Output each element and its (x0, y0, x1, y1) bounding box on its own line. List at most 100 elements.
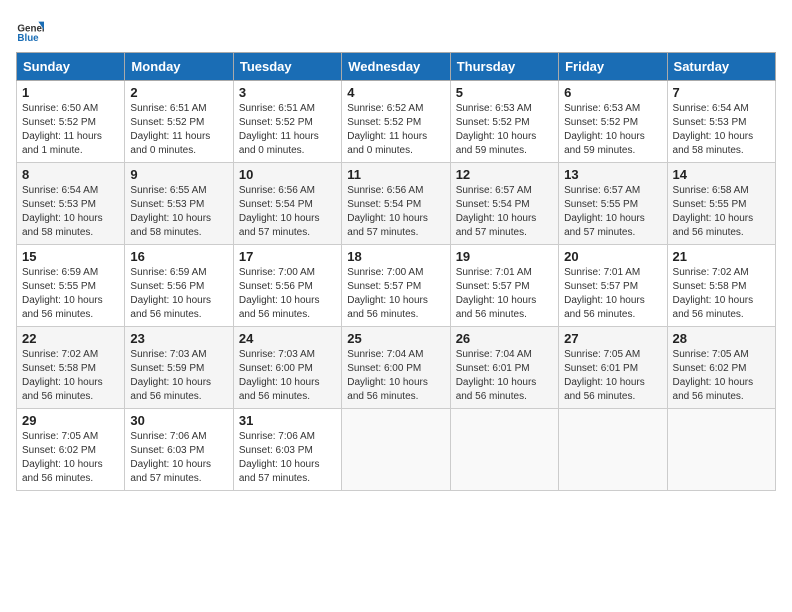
calendar-cell: 11Sunrise: 6:56 AMSunset: 5:54 PMDayligh… (342, 163, 450, 245)
day-info: Sunrise: 6:50 AMSunset: 5:52 PMDaylight:… (22, 102, 119, 158)
day-info: Sunrise: 6:57 AMSunset: 5:55 PMDaylight:… (564, 184, 661, 240)
calendar-cell: 30 Sunrise: 7:06 AMSunset: 6:03 PMDayligh… (125, 409, 233, 491)
calendar-cell: 28 Sunrise: 7:05 AMSunset: 6:02 PMDayligh… (667, 327, 775, 409)
day-info: Sunrise: 7:04 AMSunset: 6:00 PMDaylight:… (347, 348, 444, 404)
calendar-cell: 4 Sunrise: 6:52 AMSunset: 5:52 PMDaylight… (342, 81, 450, 163)
day-number: 7 (673, 85, 770, 100)
day-number: 15 (22, 249, 119, 264)
calendar-cell: 9Sunrise: 6:55 AMSunset: 5:53 PMDaylight… (125, 163, 233, 245)
calendar-cell: 15 Sunrise: 6:59 AMSunset: 5:55 PMDayligh… (17, 245, 125, 327)
calendar-cell: 24 Sunrise: 7:03 AMSunset: 6:00 PMDayligh… (233, 327, 341, 409)
day-number: 16 (130, 249, 227, 264)
day-info: Sunrise: 6:51 AMSunset: 5:52 PMDaylight:… (239, 102, 336, 158)
calendar-cell: 20 Sunrise: 7:01 AMSunset: 5:57 PMDayligh… (559, 245, 667, 327)
calendar-cell: 26 Sunrise: 7:04 AMSunset: 6:01 PMDayligh… (450, 327, 558, 409)
day-number: 22 (22, 331, 119, 346)
day-number: 2 (130, 85, 227, 100)
day-info: Sunrise: 7:03 AMSunset: 5:59 PMDaylight:… (130, 348, 227, 404)
day-info: Sunrise: 7:02 AMSunset: 5:58 PMDaylight:… (22, 348, 119, 404)
day-number: 20 (564, 249, 661, 264)
day-info: Sunrise: 7:05 AMSunset: 6:02 PMDaylight:… (673, 348, 770, 404)
weekday-header-wednesday: Wednesday (342, 53, 450, 81)
day-info: Sunrise: 7:05 AMSunset: 6:02 PMDaylight:… (22, 430, 119, 486)
day-number: 6 (564, 85, 661, 100)
calendar-cell: 23 Sunrise: 7:03 AMSunset: 5:59 PMDayligh… (125, 327, 233, 409)
day-number: 27 (564, 331, 661, 346)
day-number: 31 (239, 413, 336, 428)
calendar-cell (559, 409, 667, 491)
calendar-cell: 29 Sunrise: 7:05 AMSunset: 6:02 PMDayligh… (17, 409, 125, 491)
calendar-cell: 1 Sunrise: 6:50 AMSunset: 5:52 PMDaylight… (17, 81, 125, 163)
day-info: Sunrise: 6:57 AMSunset: 5:54 PMDaylight:… (456, 184, 553, 240)
calendar-cell: 18 Sunrise: 7:00 AMSunset: 5:57 PMDayligh… (342, 245, 450, 327)
calendar-table: SundayMondayTuesdayWednesdayThursdayFrid… (16, 52, 776, 491)
calendar-cell: 16 Sunrise: 6:59 AMSunset: 5:56 PMDayligh… (125, 245, 233, 327)
calendar-cell: 2 Sunrise: 6:51 AMSunset: 5:52 PMDaylight… (125, 81, 233, 163)
calendar-cell: 27Sunrise: 7:05 AMSunset: 6:01 PMDayligh… (559, 327, 667, 409)
weekday-header-thursday: Thursday (450, 53, 558, 81)
weekday-header-row: SundayMondayTuesdayWednesdayThursdayFrid… (17, 53, 776, 81)
day-info: Sunrise: 7:03 AMSunset: 6:00 PMDaylight:… (239, 348, 336, 404)
day-info: Sunrise: 6:59 AMSunset: 5:56 PMDaylight:… (130, 266, 227, 322)
calendar-cell: 6 Sunrise: 6:53 AMSunset: 5:52 PMDaylight… (559, 81, 667, 163)
calendar-cell: 8 Sunrise: 6:54 AMSunset: 5:53 PMDaylight… (17, 163, 125, 245)
day-info: Sunrise: 6:54 AMSunset: 5:53 PMDaylight:… (673, 102, 770, 158)
day-number: 24 (239, 331, 336, 346)
day-info: Sunrise: 6:58 AMSunset: 5:55 PMDaylight:… (673, 184, 770, 240)
day-number: 30 (130, 413, 227, 428)
day-number: 29 (22, 413, 119, 428)
day-number: 8 (22, 167, 119, 182)
weekday-header-saturday: Saturday (667, 53, 775, 81)
day-info: Sunrise: 6:54 AMSunset: 5:53 PMDaylight:… (22, 184, 119, 240)
calendar-cell: 5 Sunrise: 6:53 AMSunset: 5:52 PMDaylight… (450, 81, 558, 163)
day-number: 26 (456, 331, 553, 346)
calendar-cell: 12 Sunrise: 6:57 AMSunset: 5:54 PMDayligh… (450, 163, 558, 245)
day-number: 18 (347, 249, 444, 264)
calendar-cell: 31 Sunrise: 7:06 AMSunset: 6:03 PMDayligh… (233, 409, 341, 491)
page-header: General Blue (16, 16, 776, 44)
calendar-cell: 25Sunrise: 7:04 AMSunset: 6:00 PMDayligh… (342, 327, 450, 409)
calendar-body: 1 Sunrise: 6:50 AMSunset: 5:52 PMDaylight… (17, 81, 776, 491)
day-number: 13 (564, 167, 661, 182)
day-number: 14 (673, 167, 770, 182)
calendar-cell: 21Sunrise: 7:02 AMSunset: 5:58 PMDayligh… (667, 245, 775, 327)
day-info: Sunrise: 6:53 AMSunset: 5:52 PMDaylight:… (456, 102, 553, 158)
day-number: 23 (130, 331, 227, 346)
logo: General Blue (16, 16, 48, 44)
day-info: Sunrise: 7:04 AMSunset: 6:01 PMDaylight:… (456, 348, 553, 404)
day-number: 4 (347, 85, 444, 100)
calendar-week-2: 8 Sunrise: 6:54 AMSunset: 5:53 PMDaylight… (17, 163, 776, 245)
day-number: 12 (456, 167, 553, 182)
calendar-cell: 17 Sunrise: 7:00 AMSunset: 5:56 PMDayligh… (233, 245, 341, 327)
logo-icon: General Blue (16, 16, 44, 44)
day-info: Sunrise: 6:51 AMSunset: 5:52 PMDaylight:… (130, 102, 227, 158)
calendar-cell (450, 409, 558, 491)
day-info: Sunrise: 7:02 AMSunset: 5:58 PMDaylight:… (673, 266, 770, 322)
svg-text:Blue: Blue (17, 33, 39, 44)
day-info: Sunrise: 7:01 AMSunset: 5:57 PMDaylight:… (564, 266, 661, 322)
day-number: 1 (22, 85, 119, 100)
calendar-cell: 3 Sunrise: 6:51 AMSunset: 5:52 PMDaylight… (233, 81, 341, 163)
calendar-week-1: 1 Sunrise: 6:50 AMSunset: 5:52 PMDaylight… (17, 81, 776, 163)
day-info: Sunrise: 6:59 AMSunset: 5:55 PMDaylight:… (22, 266, 119, 322)
calendar-week-3: 15 Sunrise: 6:59 AMSunset: 5:55 PMDayligh… (17, 245, 776, 327)
day-number: 5 (456, 85, 553, 100)
day-info: Sunrise: 7:01 AMSunset: 5:57 PMDaylight:… (456, 266, 553, 322)
calendar-cell: 13 Sunrise: 6:57 AMSunset: 5:55 PMDayligh… (559, 163, 667, 245)
day-info: Sunrise: 6:52 AMSunset: 5:52 PMDaylight:… (347, 102, 444, 158)
day-info: Sunrise: 6:56 AMSunset: 5:54 PMDaylight:… (239, 184, 336, 240)
calendar-week-5: 29 Sunrise: 7:05 AMSunset: 6:02 PMDayligh… (17, 409, 776, 491)
calendar-cell (667, 409, 775, 491)
day-info: Sunrise: 6:56 AMSunset: 5:54 PMDaylight:… (347, 184, 444, 240)
day-info: Sunrise: 6:55 AMSunset: 5:53 PMDaylight:… (130, 184, 227, 240)
day-info: Sunrise: 7:06 AMSunset: 6:03 PMDaylight:… (130, 430, 227, 486)
day-number: 3 (239, 85, 336, 100)
day-number: 19 (456, 249, 553, 264)
day-number: 28 (673, 331, 770, 346)
calendar-cell: 19 Sunrise: 7:01 AMSunset: 5:57 PMDayligh… (450, 245, 558, 327)
day-info: Sunrise: 7:00 AMSunset: 5:56 PMDaylight:… (239, 266, 336, 322)
day-info: Sunrise: 6:53 AMSunset: 5:52 PMDaylight:… (564, 102, 661, 158)
day-info: Sunrise: 7:06 AMSunset: 6:03 PMDaylight:… (239, 430, 336, 486)
day-info: Sunrise: 7:00 AMSunset: 5:57 PMDaylight:… (347, 266, 444, 322)
day-number: 17 (239, 249, 336, 264)
